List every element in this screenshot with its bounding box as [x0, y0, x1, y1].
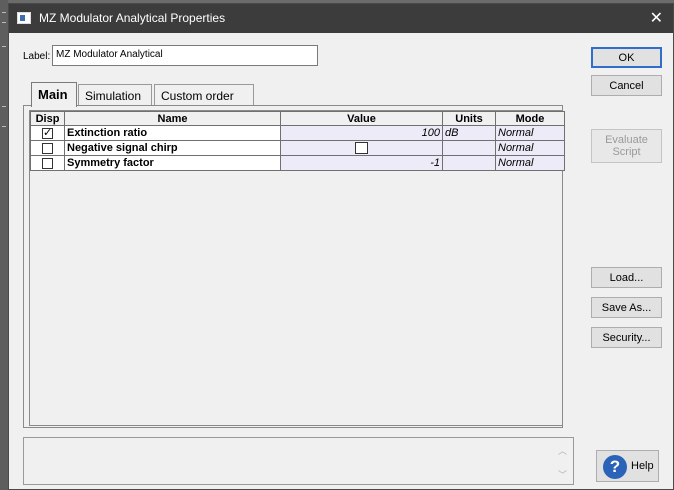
- strip-tick: [2, 126, 6, 127]
- window-title: MZ Modulator Analytical Properties: [39, 11, 226, 25]
- disp-checkbox[interactable]: [42, 142, 53, 154]
- tab-main[interactable]: Main: [31, 82, 77, 107]
- table-row: Extinction ratio 100 dB Normal: [30, 125, 565, 141]
- value-checkbox[interactable]: [355, 142, 368, 155]
- param-units: [442, 140, 496, 156]
- param-name: Negative signal chirp: [64, 140, 281, 156]
- disp-checkbox[interactable]: [42, 157, 53, 169]
- parameter-table: Disp Name Value Units Mode Extinction ra…: [30, 111, 565, 171]
- header-value[interactable]: Value: [280, 111, 443, 126]
- save-as-button[interactable]: Save As...: [591, 297, 662, 318]
- tab-panel: Disp Name Value Units Mode Extinction ra…: [23, 105, 565, 428]
- label-caption: Label:: [23, 51, 51, 62]
- param-value[interactable]: [280, 140, 443, 156]
- question-mark-icon: ?: [603, 455, 627, 479]
- help-label: Help: [631, 460, 654, 472]
- param-units: [442, 155, 496, 171]
- param-mode[interactable]: Normal: [495, 140, 565, 156]
- disp-cell[interactable]: [30, 125, 65, 141]
- param-name: Extinction ratio: [64, 125, 281, 141]
- param-units: dB: [442, 125, 496, 141]
- chevron-down-icon[interactable]: ﹀: [558, 468, 567, 481]
- table-row: Negative signal chirp Normal: [30, 140, 565, 156]
- description-box[interactable]: ︿ ﹀: [23, 437, 574, 485]
- strip-tick: [2, 46, 6, 47]
- table-row: Symmetry factor -1 Normal: [30, 155, 565, 171]
- header-disp[interactable]: Disp: [30, 111, 65, 126]
- close-icon[interactable]: ✕: [650, 8, 663, 28]
- chevron-up-icon[interactable]: ︿: [558, 444, 567, 457]
- strip-tick: [2, 106, 6, 107]
- help-button[interactable]: ? Help: [596, 450, 659, 482]
- param-value[interactable]: -1: [280, 155, 443, 171]
- background-strip: [0, 0, 8, 490]
- evaluate-label-line1: Evaluate: [605, 134, 648, 146]
- disp-cell[interactable]: [30, 140, 65, 156]
- cancel-button[interactable]: Cancel: [591, 75, 662, 96]
- tab-simulation[interactable]: Simulation: [78, 84, 152, 106]
- table-header-row: Disp Name Value Units Mode: [30, 111, 565, 126]
- disp-cell[interactable]: [30, 155, 65, 171]
- header-units[interactable]: Units: [442, 111, 496, 126]
- window-icon: [17, 12, 31, 24]
- parameter-grid: Disp Name Value Units Mode Extinction ra…: [29, 110, 565, 426]
- title-bar[interactable]: MZ Modulator Analytical Properties ✕: [9, 4, 673, 33]
- security-button[interactable]: Security...: [591, 327, 662, 348]
- tab-custom-order[interactable]: Custom order: [154, 84, 254, 106]
- evaluate-label-line2: Script: [612, 146, 641, 158]
- param-name: Symmetry factor: [64, 155, 281, 171]
- evaluate-script-button: Evaluate Script: [591, 129, 662, 163]
- label-input[interactable]: MZ Modulator Analytical: [52, 45, 318, 66]
- header-mode[interactable]: Mode: [495, 111, 565, 126]
- strip-tick: [2, 22, 6, 23]
- disp-checkbox-checked[interactable]: [42, 127, 53, 140]
- load-button[interactable]: Load...: [591, 267, 662, 288]
- strip-tick: [2, 12, 6, 13]
- param-value[interactable]: 100: [280, 125, 443, 141]
- ok-button[interactable]: OK: [591, 47, 662, 68]
- param-mode[interactable]: Normal: [495, 155, 565, 171]
- properties-dialog: MZ Modulator Analytical Properties ✕ Lab…: [8, 3, 674, 490]
- param-mode[interactable]: Normal: [495, 125, 565, 141]
- header-name[interactable]: Name: [64, 111, 281, 126]
